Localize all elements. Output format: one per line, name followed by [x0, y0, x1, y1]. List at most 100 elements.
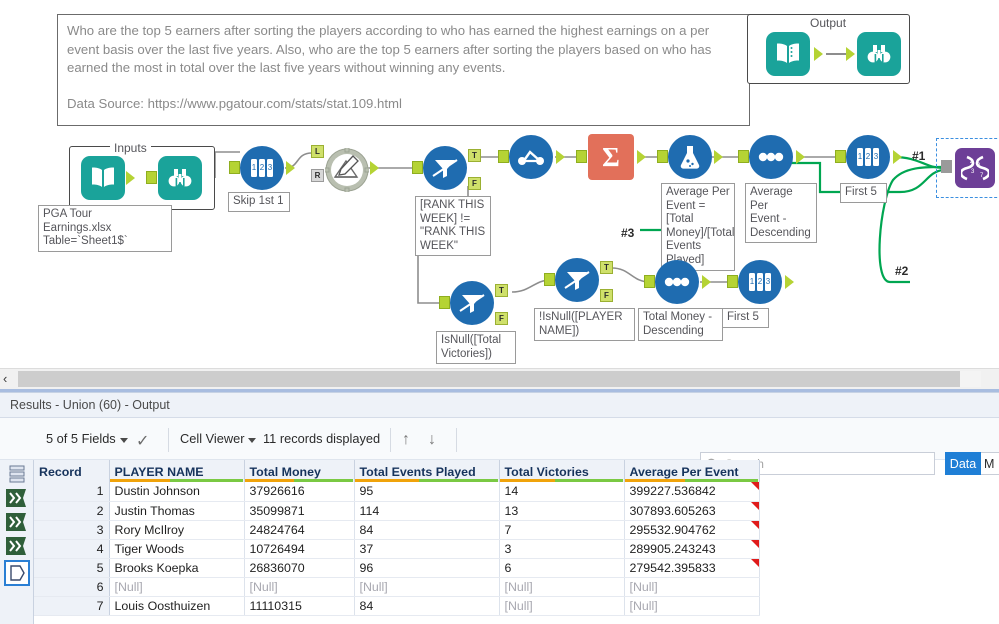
sort-tool-average[interactable] [749, 135, 793, 179]
cell-total-victories[interactable]: [Null] [499, 596, 625, 616]
table-row[interactable]: 4 Tiger Woods 10726494 37 3 289905.243243 [34, 539, 760, 559]
table-layout-icon[interactable] [4, 462, 30, 486]
cell-total-money[interactable]: 35099871 [244, 501, 355, 521]
shape-tool-icon[interactable] [4, 560, 30, 586]
cleanse-in-anchor[interactable] [498, 150, 509, 163]
browse-book-icon-output[interactable] [766, 32, 810, 76]
cell-player-name[interactable]: Dustin Johnson [109, 482, 245, 502]
workflow-comment-box[interactable]: Who are the top 5 earners after sorting … [57, 14, 750, 126]
cell-player-name[interactable]: Rory McIlroy [109, 520, 245, 540]
cell-total-money[interactable]: 10726494 [244, 539, 355, 559]
cell-viewer-label[interactable]: Cell Viewer [180, 431, 244, 446]
cell-record[interactable]: 6 [34, 577, 110, 597]
output-connector-out[interactable] [814, 47, 823, 61]
cell-average-per-event[interactable]: [Null] [624, 577, 760, 597]
cell-comment-flag-icon[interactable] [750, 558, 758, 567]
sample-bottom-in-anchor[interactable] [727, 275, 738, 288]
cell-player-name[interactable]: Tiger Woods [109, 539, 245, 559]
dynamic-rename-tool[interactable] [322, 145, 372, 195]
cell-total-events[interactable]: 37 [354, 539, 500, 559]
cell-record[interactable]: 2 [34, 501, 110, 521]
column-header[interactable]: Total Events Played [354, 460, 500, 482]
formula-in-anchor[interactable] [657, 150, 668, 163]
data-cleansing-tool[interactable] [509, 135, 553, 179]
cell-total-events[interactable]: 96 [354, 558, 500, 578]
cell-comment-flag-icon[interactable] [750, 520, 758, 529]
append-left-anchor[interactable]: L [311, 145, 324, 158]
cell-total-events[interactable]: 84 [354, 520, 500, 540]
sort-avg-out-anchor[interactable] [796, 150, 805, 164]
scroll-up-arrow-icon[interactable]: ↑ [402, 431, 410, 449]
cell-viewer-chevron-down-icon[interactable] [248, 438, 256, 443]
sort-money-out-anchor[interactable] [702, 275, 711, 289]
cell-player-name[interactable]: Brooks Koepka [109, 558, 245, 578]
browse-connector-in[interactable] [146, 171, 157, 184]
cell-record[interactable]: 1 [34, 482, 110, 502]
sort-tool-total-money[interactable] [655, 260, 699, 304]
table-row[interactable]: 2 Justin Thomas 35099871 114 13 307893.605263 [34, 501, 760, 521]
results-data-grid[interactable]: Record PLAYER NAME Total Money Total Events… [34, 460, 999, 624]
browse-binoculars-icon-output[interactable] [857, 32, 901, 76]
column-header[interactable]: Record [34, 460, 110, 482]
filter-tool-notnull-player[interactable] [555, 258, 599, 302]
filter-notnull-in-anchor[interactable] [544, 273, 555, 286]
collapse-left-icon[interactable]: ‹ [3, 371, 7, 386]
sample-top-in-anchor[interactable] [835, 150, 846, 163]
input-book-icon[interactable] [81, 156, 125, 200]
sample-tool-skip[interactable]: 123 [240, 146, 284, 190]
cell-average-per-event[interactable]: 399227.536842 [624, 482, 760, 502]
input-connector-out[interactable] [126, 171, 135, 185]
filter-tool-rank[interactable] [423, 146, 467, 190]
cell-total-money[interactable]: 24824764 [244, 520, 355, 540]
cell-record[interactable]: 3 [34, 520, 110, 540]
select-tool-out-anchor[interactable] [286, 161, 295, 175]
filter-isnull-in-anchor[interactable] [439, 296, 450, 309]
cell-total-money[interactable]: 37926616 [244, 482, 355, 502]
union-in-anchor[interactable] [941, 160, 952, 173]
cell-player-name[interactable]: Louis Oosthuizen [109, 596, 245, 616]
table-row[interactable]: 1 Dustin Johnson 37926616 95 14 399227.536842 [34, 482, 760, 502]
sample-top-out-anchor[interactable] [893, 150, 902, 164]
filter-rank-in-anchor[interactable] [412, 161, 423, 174]
cell-total-events[interactable]: 84 [354, 596, 500, 616]
table-row[interactable]: 5 Brooks Koepka 26836070 96 6 279542.395833 [34, 558, 760, 578]
append-out-anchor[interactable] [370, 161, 379, 175]
output-connector-in[interactable] [846, 47, 855, 61]
cell-comment-flag-icon[interactable] [750, 482, 758, 490]
table-row[interactable]: 3 Rory McIlroy 24824764 84 7 295532.904762 [34, 520, 760, 540]
filter-rank-false-anchor[interactable]: F [468, 177, 481, 190]
summarize-in-anchor[interactable] [576, 150, 587, 163]
table-row[interactable]: 7 Louis Oosthuizen 11110315 84 [Null] [Null] [34, 596, 760, 616]
table-row[interactable]: 6 [Null] [Null] [Null] [Null] [Null] [34, 577, 760, 597]
cell-record[interactable]: 5 [34, 558, 110, 578]
fields-selector-label[interactable]: 5 of 5 Fields [46, 431, 116, 446]
cell-average-per-event[interactable]: 289905.243243 [624, 539, 760, 559]
filter-tool-isnull-victories[interactable] [450, 281, 494, 325]
cell-total-victories[interactable]: 3 [499, 539, 625, 559]
cell-total-victories[interactable]: 14 [499, 482, 625, 502]
filter-rank-true-anchor[interactable]: T [468, 149, 481, 162]
fields-chevron-down-icon[interactable] [120, 438, 128, 443]
cell-average-per-event[interactable]: 295532.904762 [624, 520, 760, 540]
cleanse-out-anchor[interactable] [556, 150, 565, 164]
sample-tool-first5-top[interactable]: 123 [846, 135, 890, 179]
column-header[interactable]: Average Per Event [624, 460, 760, 482]
summarize-tool[interactable]: Σ [588, 134, 634, 180]
cell-total-events[interactable]: [Null] [354, 577, 500, 597]
sample-tool-first5-bottom[interactable]: 123 [738, 260, 782, 304]
check-icon[interactable]: ✓ [136, 431, 149, 451]
hscroll-thumb[interactable] [18, 371, 960, 387]
chevron-flag-icon-3[interactable] [4, 534, 30, 558]
cell-total-victories[interactable]: 7 [499, 520, 625, 540]
input-binoculars-icon[interactable] [158, 156, 202, 200]
cell-comment-flag-icon[interactable] [750, 501, 758, 510]
cell-total-victories[interactable]: 6 [499, 558, 625, 578]
results-side-rail[interactable] [0, 460, 34, 624]
cell-player-name[interactable]: Justin Thomas [109, 501, 245, 521]
cell-total-events[interactable]: 114 [354, 501, 500, 521]
cell-comment-flag-icon[interactable] [750, 539, 758, 548]
cell-record[interactable]: 4 [34, 539, 110, 559]
workflow-canvas[interactable]: Who are the top 5 earners after sorting … [0, 0, 999, 368]
canvas-horizontal-scrollbar[interactable]: ‹ [0, 368, 999, 389]
append-right-anchor[interactable]: R [311, 169, 324, 182]
